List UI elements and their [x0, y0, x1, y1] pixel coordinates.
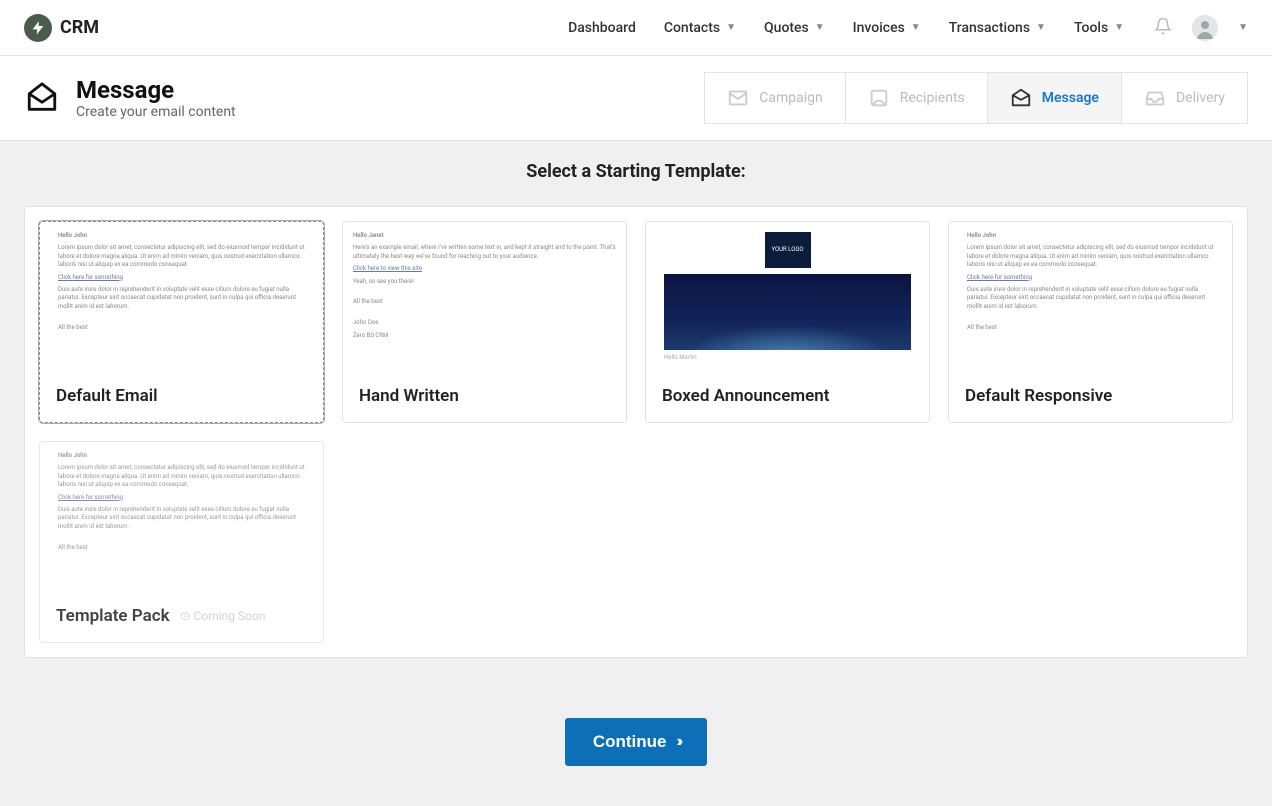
preview-sig: Zero BS CRM: [353, 332, 616, 340]
preview-text: Duis aute irure dolor in reprehenderit i…: [58, 506, 305, 531]
logo-placeholder: YOUR LOGO: [765, 232, 811, 268]
wizard-step-campaign[interactable]: Campaign: [704, 72, 845, 124]
nav-dashboard[interactable]: Dashboard: [568, 20, 636, 36]
message-icon: [1010, 87, 1032, 109]
template-name: Boxed Announcement: [646, 372, 929, 422]
nav-quotes[interactable]: Quotes ▼: [764, 20, 825, 36]
wizard-step-delivery[interactable]: Delivery: [1122, 72, 1248, 124]
template-default-email[interactable]: Hello John Lorem ipsum dolor sit amet, c…: [39, 221, 324, 423]
brand[interactable]: CRM: [24, 14, 99, 42]
chevron-down-icon: ▼: [726, 22, 736, 33]
preview-greet: Hello Janet: [353, 232, 616, 240]
template-preview: Hello John Lorem ipsum dolor sit amet, c…: [40, 442, 323, 592]
preview-signoff: All the best: [967, 324, 1214, 332]
user-avatar[interactable]: [1192, 15, 1218, 41]
preview-greet: Hello John: [58, 452, 305, 460]
preview-greet: Hello Martin: [664, 354, 697, 362]
template-name: Hand Written: [343, 372, 626, 422]
page-title: Message: [76, 76, 236, 104]
preview-signoff: All the best: [58, 544, 305, 552]
chevron-down-icon: ▼: [815, 22, 825, 33]
templates-panel: Hello John Lorem ipsum dolor sit amet, c…: [24, 206, 1248, 658]
page-header: Message Create your email content Campai…: [0, 56, 1272, 141]
coming-soon-badge: Coming Soon: [180, 609, 266, 623]
chevron-down-icon[interactable]: ▼: [1238, 22, 1248, 33]
wizard-step-message[interactable]: Message: [988, 72, 1122, 124]
nav-invoices[interactable]: Invoices ▼: [853, 20, 921, 36]
message-icon: [24, 80, 60, 116]
nav-items: Dashboard Contacts ▼ Quotes ▼ Invoices ▼…: [568, 20, 1124, 36]
wizard-step-recipients[interactable]: Recipients: [846, 72, 988, 124]
chevron-down-icon: ▼: [1114, 22, 1124, 33]
wizard-steps: Campaign Recipients Message Delivery: [704, 72, 1248, 124]
preview-text: Lorem ipsum dolor sit amet, consectetur …: [58, 464, 305, 489]
page-subtitle: Create your email content: [76, 104, 236, 120]
envelope-icon: [727, 87, 749, 109]
chevron-down-icon: ▼: [1036, 22, 1046, 33]
preview-text: Yeah, so see you there!: [353, 278, 616, 286]
inbox-icon: [1144, 87, 1166, 109]
continue-button[interactable]: Continue ››: [565, 718, 707, 766]
template-name: Default Responsive: [949, 372, 1232, 422]
preview-link: Click here for something: [58, 274, 305, 282]
preview-signoff: All the best: [353, 298, 616, 306]
wizard-label: Message: [1042, 90, 1099, 106]
template-name: Template Pack Coming Soon: [40, 592, 323, 642]
wizard-label: Recipients: [900, 90, 965, 106]
template-template-pack: Hello John Lorem ipsum dolor sit amet, c…: [39, 441, 324, 643]
template-grid: Hello John Lorem ipsum dolor sit amet, c…: [39, 221, 1233, 643]
preview-text: Duis aute irure dolor in reprehenderit i…: [58, 286, 305, 311]
nav-transactions[interactable]: Transactions ▼: [949, 20, 1046, 36]
badge-text: Coming Soon: [194, 609, 266, 623]
nav-label: Quotes: [764, 20, 809, 36]
preview-greet: Hello John: [58, 232, 305, 240]
preview-link: Click here for something: [967, 274, 1214, 282]
top-nav: CRM Dashboard Contacts ▼ Quotes ▼ Invoic…: [0, 0, 1272, 56]
template-preview: Hello Janet Here's an example email, whe…: [343, 222, 626, 372]
template-name-text: Template Pack: [56, 606, 170, 626]
preview-link: Click here for something: [58, 494, 305, 502]
preview-link: Click here to view this site: [353, 265, 616, 273]
nav-label: Tools: [1074, 20, 1108, 36]
preview-text: Here's an example email, where I've writ…: [353, 244, 616, 261]
preview-signoff: All the best: [58, 324, 305, 332]
wizard-label: Campaign: [759, 90, 822, 106]
preview-greet: Hello John: [967, 232, 1214, 240]
chevron-right-double-icon: ››: [677, 733, 680, 751]
brand-name: CRM: [60, 17, 99, 38]
template-preview: Hello John Lorem ipsum dolor sit amet, c…: [40, 222, 323, 372]
preview-text: Lorem ipsum dolor sit amet, consectetur …: [967, 244, 1214, 269]
brand-logo-icon: [24, 14, 52, 42]
nav-contacts[interactable]: Contacts ▼: [664, 20, 736, 36]
preview-text: Lorem ipsum dolor sit amet, consectetur …: [58, 244, 305, 269]
section-title: Select a Starting Template:: [24, 161, 1248, 182]
template-preview: YOUR LOGO Hello Martin: [646, 222, 929, 372]
continue-label: Continue: [593, 732, 667, 752]
nav-label: Contacts: [664, 20, 720, 36]
banner-image: [664, 274, 911, 350]
template-name: Default Email: [40, 372, 323, 422]
template-hand-written[interactable]: Hello Janet Here's an example email, whe…: [342, 221, 627, 423]
wizard-label: Delivery: [1176, 90, 1225, 106]
template-default-responsive[interactable]: Hello John Lorem ipsum dolor sit amet, c…: [948, 221, 1233, 423]
template-boxed-announcement[interactable]: YOUR LOGO Hello Martin Boxed Announcemen…: [645, 221, 930, 423]
nav-tools[interactable]: Tools ▼: [1074, 20, 1124, 36]
nav-label: Invoices: [853, 20, 905, 36]
preview-sig: John Doe: [353, 319, 616, 327]
nav-label: Transactions: [949, 20, 1030, 36]
preview-text: Duis aute irure dolor in reprehenderit i…: [967, 286, 1214, 311]
notifications-icon[interactable]: [1154, 17, 1172, 39]
user-icon: [868, 87, 890, 109]
nav-label: Dashboard: [568, 20, 636, 36]
content: Select a Starting Template: Hello John L…: [0, 141, 1272, 806]
chevron-down-icon: ▼: [911, 22, 921, 33]
template-preview: Hello John Lorem ipsum dolor sit amet, c…: [949, 222, 1232, 372]
